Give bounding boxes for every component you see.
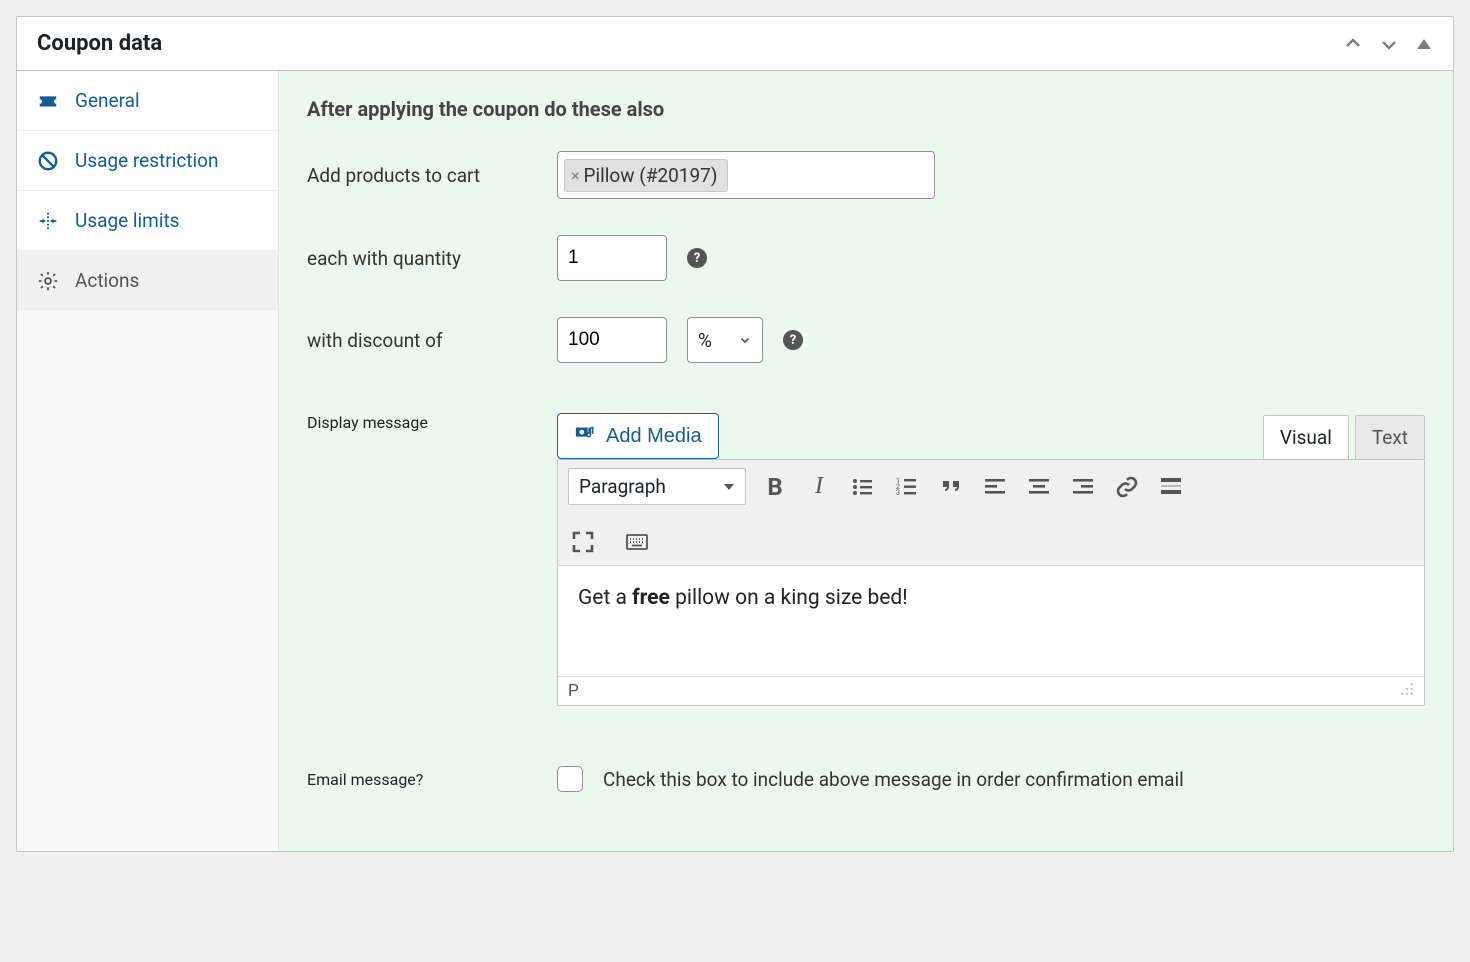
- email-checkbox[interactable]: [557, 766, 583, 792]
- editor-column: Add Media Visual Text Paragraph: [557, 413, 1425, 706]
- bullet-list-button[interactable]: [848, 472, 878, 502]
- actions-panel: After applying the coupon do these also …: [279, 71, 1453, 851]
- move-up-icon[interactable]: [1343, 34, 1363, 54]
- text-tab[interactable]: Text: [1355, 415, 1425, 459]
- discount-input[interactable]: [557, 317, 667, 363]
- discount-label: with discount of: [307, 329, 537, 352]
- svg-text:3: 3: [896, 489, 900, 497]
- row-quantity: each with quantity ?: [307, 235, 1425, 281]
- align-center-button[interactable]: [1024, 472, 1054, 502]
- path-indicator: P: [568, 681, 579, 701]
- align-left-button[interactable]: [980, 472, 1010, 502]
- remove-chip-icon[interactable]: ×: [571, 166, 580, 185]
- arrows-in-icon: [37, 210, 59, 232]
- coupon-data-panel: Coupon data General: [16, 16, 1454, 852]
- email-label: Email message?: [307, 770, 537, 789]
- panel-title: Coupon data: [37, 31, 162, 56]
- ticket-icon: [37, 90, 59, 112]
- product-chip: × Pillow (#20197): [564, 159, 728, 192]
- chip-label: Pillow (#20197): [584, 164, 718, 187]
- format-value: Paragraph: [579, 475, 666, 498]
- panel-header: Coupon data: [17, 17, 1453, 71]
- add-products-input[interactable]: × Pillow (#20197): [557, 151, 935, 199]
- discount-unit-select[interactable]: %: [687, 317, 763, 363]
- section-heading: After applying the coupon do these also: [307, 97, 1425, 121]
- rich-text-editor: Paragraph B I 123: [557, 459, 1425, 706]
- message-text-bold: free: [632, 586, 670, 610]
- resize-handle-icon[interactable]: [1400, 681, 1414, 701]
- fullscreen-button[interactable]: [568, 527, 598, 557]
- tab-label: Usage limits: [75, 209, 179, 232]
- tab-label: Actions: [75, 269, 139, 292]
- camera-music-icon: [574, 422, 596, 450]
- display-message-label: Display message: [307, 413, 537, 432]
- discount-unit-value: %: [698, 329, 712, 352]
- editor-top-row: Add Media Visual Text: [557, 413, 1425, 459]
- tab-usage-restriction[interactable]: Usage restriction: [17, 131, 278, 191]
- tab-label: Usage restriction: [75, 149, 218, 172]
- message-text-suffix: pillow on a king size bed!: [670, 586, 908, 610]
- panel-controls: [1343, 34, 1433, 54]
- read-more-button[interactable]: [1156, 472, 1186, 502]
- tab-usage-limits[interactable]: Usage limits: [17, 191, 278, 251]
- italic-button[interactable]: I: [804, 472, 834, 502]
- add-products-label: Add products to cart: [307, 164, 537, 187]
- align-right-button[interactable]: [1068, 472, 1098, 502]
- tab-label: General: [75, 89, 140, 112]
- keyboard-icon[interactable]: [622, 527, 652, 557]
- row-display-message: Display message Add Media Visual Text: [307, 413, 1425, 706]
- panel-body: General Usage restriction Usage limits A…: [17, 71, 1453, 851]
- format-select[interactable]: Paragraph: [568, 468, 746, 505]
- add-media-button[interactable]: Add Media: [557, 413, 719, 459]
- tab-general[interactable]: General: [17, 71, 278, 131]
- help-icon[interactable]: ?: [687, 248, 707, 268]
- gear-icon: [37, 270, 59, 292]
- message-text-prefix: Get a: [578, 586, 632, 610]
- quantity-label: each with quantity: [307, 247, 537, 270]
- blockquote-button[interactable]: [936, 472, 966, 502]
- email-checkbox-label: Check this box to include above message …: [603, 768, 1184, 791]
- coupon-tabs-sidebar: General Usage restriction Usage limits A…: [17, 71, 279, 851]
- help-icon[interactable]: ?: [783, 330, 803, 350]
- ban-icon: [37, 150, 59, 172]
- row-email-message: Email message? Check this box to include…: [307, 766, 1425, 792]
- bold-button[interactable]: B: [760, 472, 790, 502]
- editor-tabs: Visual Text: [1263, 415, 1425, 459]
- row-discount: with discount of % ?: [307, 317, 1425, 363]
- toggle-collapse-icon[interactable]: [1415, 35, 1433, 53]
- numbered-list-button[interactable]: 123: [892, 472, 922, 502]
- tab-actions[interactable]: Actions: [17, 251, 278, 310]
- add-media-label: Add Media: [606, 425, 702, 448]
- link-button[interactable]: [1112, 472, 1142, 502]
- editor-content[interactable]: Get a free pillow on a king size bed!: [558, 566, 1424, 676]
- visual-tab[interactable]: Visual: [1263, 415, 1349, 459]
- editor-toolbar: Paragraph B I 123: [558, 460, 1424, 566]
- move-down-icon[interactable]: [1379, 34, 1399, 54]
- editor-footer: P: [558, 676, 1424, 705]
- quantity-input[interactable]: [557, 235, 667, 281]
- row-add-products: Add products to cart × Pillow (#20197): [307, 151, 1425, 199]
